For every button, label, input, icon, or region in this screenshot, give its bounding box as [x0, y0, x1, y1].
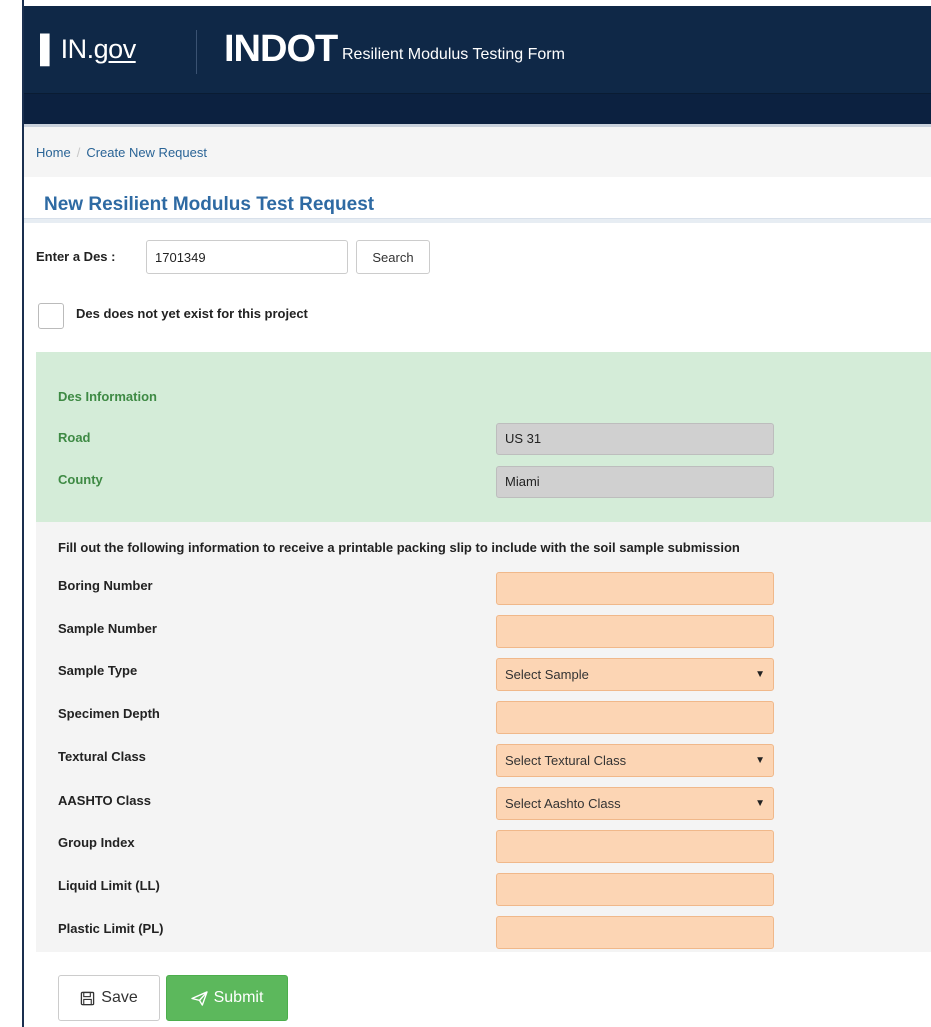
plastic-limit-input[interactable] [496, 916, 774, 949]
form-instructions: Fill out the following information to re… [58, 540, 740, 555]
liquid-limit-label: Liquid Limit (LL) [58, 878, 160, 893]
group-index-label: Group Index [58, 835, 135, 850]
group-index-input[interactable] [496, 830, 774, 863]
sample-type-label: Sample Type [58, 663, 138, 678]
breadcrumb-current-link[interactable]: Create New Request [86, 145, 207, 160]
state-outline-icon: ▌ [40, 34, 59, 64]
plastic-limit-label: Plastic Limit (PL) [58, 921, 164, 936]
des-search-input[interactable] [146, 240, 348, 274]
specimen-depth-input[interactable] [496, 701, 774, 734]
app-window: ▌IN.gov INDOT Resilient Modulus Testing … [22, 0, 931, 1027]
boring-number-input[interactable] [496, 572, 774, 605]
save-label: Save [101, 989, 138, 1006]
sample-form-panel: Fill out the following information to re… [36, 522, 931, 952]
caret-down-icon: ▼ [755, 798, 765, 809]
breadcrumb-home-link[interactable]: Home [36, 145, 71, 160]
aashto-class-select[interactable]: Select Aashto Class ▼ [496, 787, 774, 820]
road-field: US 31 [496, 423, 774, 455]
caret-down-icon: ▼ [755, 755, 765, 766]
sample-type-select[interactable]: Select Sample ▼ [496, 658, 774, 691]
logo-divider [196, 30, 197, 74]
des-info-heading: Des Information [58, 389, 157, 404]
floppy-disk-icon [81, 991, 95, 1005]
submit-button[interactable]: Submit [166, 975, 288, 1021]
search-button[interactable]: Search [356, 240, 430, 274]
submit-label: Submit [213, 989, 264, 1006]
sample-number-label: Sample Number [58, 621, 157, 636]
app-title: Resilient Modulus Testing Form [342, 46, 565, 63]
caret-down-icon: ▼ [755, 669, 765, 680]
textural-class-selected: Select Textural Class [505, 753, 627, 768]
sample-type-selected: Select Sample [505, 667, 589, 682]
paper-plane-icon [190, 990, 208, 1006]
breadcrumb-bar: Home / Create New Request [24, 127, 931, 177]
site-header: ▌IN.gov INDOT Resilient Modulus Testing … [24, 6, 931, 94]
road-label: Road [58, 430, 91, 445]
textural-class-label: Textural Class [58, 749, 146, 764]
aashto-class-selected: Select Aashto Class [505, 796, 621, 811]
county-field: Miami [496, 466, 774, 498]
breadcrumb: Home / Create New Request [36, 145, 207, 160]
in-gov-logo[interactable]: ▌IN.gov [40, 34, 136, 65]
county-label: County [58, 472, 103, 487]
page-title: New Resilient Modulus Test Request [44, 194, 375, 215]
indot-logo[interactable]: INDOT [224, 28, 338, 71]
breadcrumb-separator: / [76, 145, 81, 160]
des-label: Enter a Des : [36, 249, 116, 264]
title-rule [24, 218, 931, 223]
left-margin [0, 0, 22, 1027]
textural-class-select[interactable]: Select Textural Class ▼ [496, 744, 774, 777]
aashto-class-label: AASHTO Class [58, 793, 151, 808]
liquid-limit-input[interactable] [496, 873, 774, 906]
nav-bar [24, 94, 931, 127]
des-not-exist-label: Des does not yet exist for this project [76, 306, 308, 321]
boring-number-label: Boring Number [58, 578, 153, 593]
des-not-exist-checkbox[interactable] [38, 303, 64, 329]
save-button[interactable]: Save [58, 975, 160, 1021]
sample-number-input[interactable] [496, 615, 774, 648]
des-information-panel: Des Information Road US 31 County Miami [36, 352, 931, 522]
specimen-depth-label: Specimen Depth [58, 706, 160, 721]
